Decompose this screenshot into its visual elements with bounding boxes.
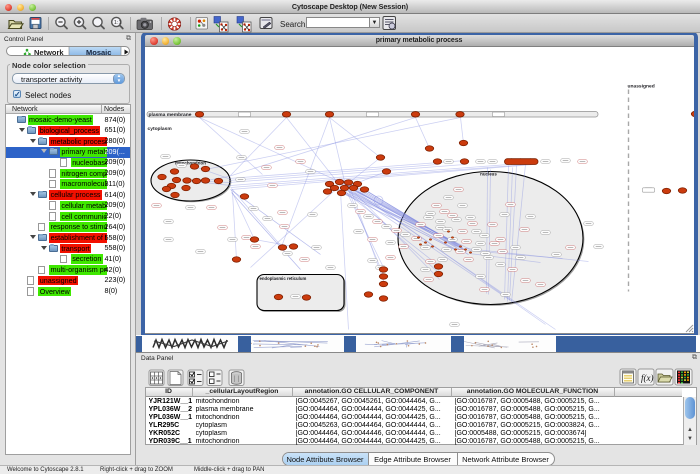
svg-text:plasma membrane: plasma membrane (148, 112, 191, 118)
svg-text:1:1: 1:1 (114, 20, 122, 26)
svg-text:nucleus: nucleus (480, 172, 497, 177)
svg-text:Mosaic: Mosaic (86, 48, 111, 56)
svg-text:Network: Network (34, 48, 64, 56)
svg-text:cytoplasm: cytoplasm (147, 126, 172, 132)
svg-text:f(x): f(x) (641, 373, 654, 383)
svg-text:endoplasmic reticulum: endoplasmic reticulum (259, 276, 306, 281)
svg-text:unassigned: unassigned (627, 84, 654, 90)
